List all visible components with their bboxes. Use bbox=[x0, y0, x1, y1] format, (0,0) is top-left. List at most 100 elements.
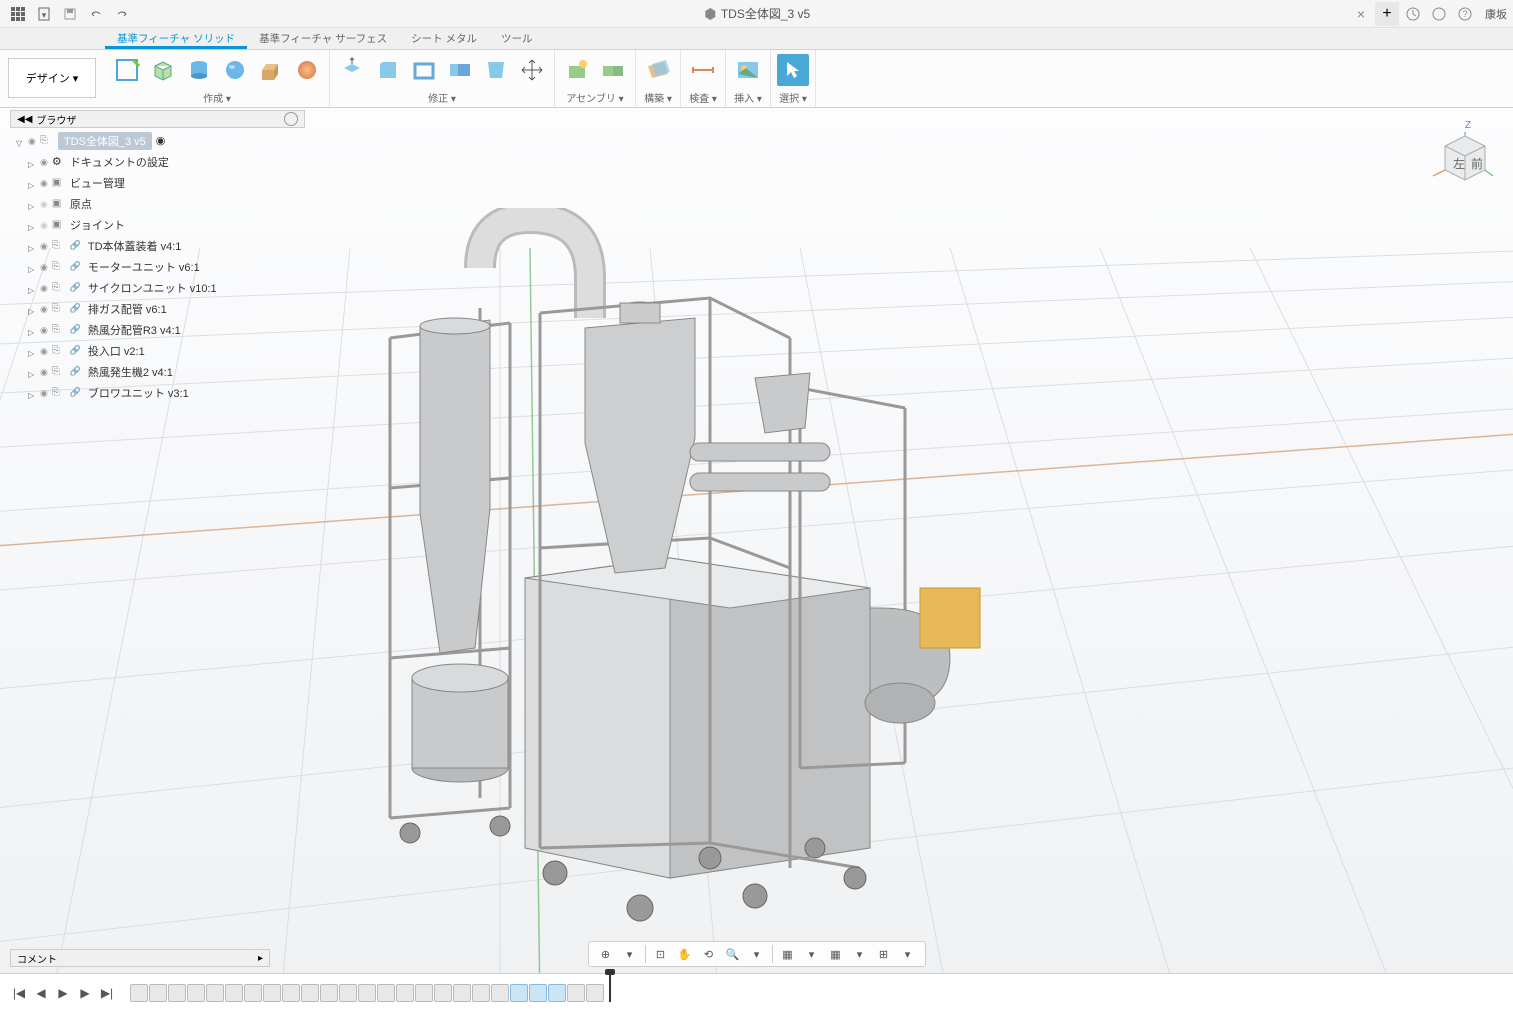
expand-icon[interactable] bbox=[28, 179, 36, 187]
sphere-icon[interactable] bbox=[219, 54, 251, 86]
expand-icon[interactable] bbox=[28, 158, 36, 166]
cylinder-icon[interactable] bbox=[183, 54, 215, 86]
activate-radio-icon[interactable]: ◉ bbox=[156, 134, 166, 147]
visibility-icon[interactable] bbox=[40, 282, 48, 294]
visibility-icon[interactable] bbox=[40, 240, 48, 252]
dropdown-icon[interactable]: ▾ bbox=[619, 945, 641, 963]
expand-icon[interactable] bbox=[28, 305, 36, 313]
ribbon-label-insert[interactable]: 挿入 ▾ bbox=[732, 90, 764, 107]
save-icon[interactable] bbox=[58, 2, 82, 26]
model-assembly[interactable] bbox=[360, 208, 1000, 928]
tree-item[interactable]: ブロワユニット v3:1 bbox=[10, 382, 305, 403]
select-icon[interactable] bbox=[777, 54, 809, 86]
sketch-icon[interactable] bbox=[111, 54, 143, 86]
timeline-feature[interactable] bbox=[510, 984, 528, 1002]
dropdown2-icon[interactable]: ▾ bbox=[746, 945, 768, 963]
user-name-label[interactable]: 康坂 bbox=[1485, 6, 1507, 22]
expand-icon[interactable] bbox=[28, 221, 36, 229]
visibility-icon[interactable] bbox=[40, 219, 48, 231]
close-tab-icon[interactable]: × bbox=[1349, 2, 1373, 26]
timeline-feature[interactable] bbox=[282, 984, 300, 1002]
tree-item[interactable]: TD本体蓋装着 v4:1 bbox=[10, 235, 305, 256]
timeline-feature[interactable] bbox=[168, 984, 186, 1002]
tree-item[interactable]: ジョイント bbox=[10, 214, 305, 235]
viewport-layout-icon[interactable]: ⊞ bbox=[873, 945, 895, 963]
look-icon[interactable]: ⊡ bbox=[650, 945, 672, 963]
expand-icon[interactable] bbox=[28, 368, 36, 376]
tree-item[interactable]: モーターユニット v6:1 bbox=[10, 256, 305, 277]
dropdown3-icon[interactable]: ▾ bbox=[801, 945, 823, 963]
tree-root[interactable]: TDS全体図_3 v5 ◉ bbox=[10, 130, 305, 151]
browser-panel-header[interactable]: ◀◀ ブラウザ bbox=[10, 110, 305, 128]
tab-tools[interactable]: ツール bbox=[489, 28, 545, 49]
timeline-start-icon[interactable]: |◀ bbox=[10, 984, 28, 1002]
plane-icon[interactable] bbox=[642, 54, 674, 86]
insert-icon[interactable] bbox=[732, 54, 764, 86]
pan-icon[interactable]: ✋ bbox=[674, 945, 696, 963]
design-workspace-button[interactable]: デザイン ▾ bbox=[8, 58, 96, 98]
expand-icon[interactable] bbox=[28, 347, 36, 355]
shell-icon[interactable] bbox=[408, 54, 440, 86]
view-cube[interactable]: Z 左 前 bbox=[1423, 118, 1493, 188]
help-icon[interactable]: ? bbox=[1453, 2, 1477, 26]
timeline-feature[interactable] bbox=[263, 984, 281, 1002]
timeline-next-icon[interactable]: ▶ bbox=[76, 984, 94, 1002]
tree-item[interactable]: ⚙ドキュメントの設定 bbox=[10, 151, 305, 172]
timeline-feature[interactable] bbox=[149, 984, 167, 1002]
move-icon[interactable] bbox=[516, 54, 548, 86]
tree-item[interactable]: 排ガス配管 v6:1 bbox=[10, 298, 305, 319]
expand-icon[interactable] bbox=[28, 200, 36, 208]
visibility-icon[interactable] bbox=[40, 387, 48, 399]
dropdown5-icon[interactable]: ▾ bbox=[897, 945, 919, 963]
redo-icon[interactable] bbox=[110, 2, 134, 26]
undo-icon[interactable] bbox=[84, 2, 108, 26]
timeline-feature[interactable] bbox=[548, 984, 566, 1002]
timeline-feature[interactable] bbox=[377, 984, 395, 1002]
tab-surface[interactable]: 基準フィーチャ サーフェス bbox=[247, 28, 399, 49]
timeline-prev-icon[interactable]: ◀ bbox=[32, 984, 50, 1002]
expand-icon[interactable] bbox=[28, 326, 36, 334]
visibility-icon[interactable] bbox=[40, 303, 48, 315]
combine-icon[interactable] bbox=[444, 54, 476, 86]
orbit-icon[interactable]: ⊕ bbox=[595, 945, 617, 963]
timeline-feature[interactable] bbox=[472, 984, 490, 1002]
timeline-feature[interactable] bbox=[320, 984, 338, 1002]
tree-item[interactable]: 原点 bbox=[10, 193, 305, 214]
timeline-end-icon[interactable]: ▶| bbox=[98, 984, 116, 1002]
tree-item[interactable]: 投入口 v2:1 bbox=[10, 340, 305, 361]
job-status-icon[interactable] bbox=[1427, 2, 1451, 26]
timeline-feature[interactable] bbox=[301, 984, 319, 1002]
timeline-feature[interactable] bbox=[567, 984, 585, 1002]
timeline-feature[interactable] bbox=[244, 984, 262, 1002]
expand-icon[interactable] bbox=[28, 389, 36, 397]
comments-panel[interactable]: コメント ▸ bbox=[10, 949, 270, 967]
extrude-icon[interactable] bbox=[255, 54, 287, 86]
visibility-icon[interactable] bbox=[40, 198, 48, 210]
visibility-icon[interactable] bbox=[40, 156, 48, 168]
tab-solid[interactable]: 基準フィーチャ ソリッド bbox=[105, 28, 247, 49]
timeline-feature[interactable] bbox=[130, 984, 148, 1002]
tree-item[interactable]: サイクロンユニット v10:1 bbox=[10, 277, 305, 298]
ribbon-label-construct[interactable]: 構築 ▾ bbox=[642, 90, 674, 107]
ribbon-label-modify[interactable]: 修正 ▾ bbox=[336, 90, 548, 107]
viewport-3d[interactable]: ◀◀ ブラウザ TDS全体図_3 v5 ◉ ⚙ドキュメントの設定ビュー管理原点ジ… bbox=[0, 108, 1513, 973]
expand-icon[interactable] bbox=[28, 242, 36, 250]
tree-item[interactable]: ビュー管理 bbox=[10, 172, 305, 193]
visibility-icon[interactable] bbox=[28, 135, 36, 147]
new-file-icon[interactable]: ▾ bbox=[32, 2, 56, 26]
revolve-icon[interactable] bbox=[291, 54, 323, 86]
visibility-icon[interactable] bbox=[40, 345, 48, 357]
visibility-icon[interactable] bbox=[40, 366, 48, 378]
collapse-icon[interactable]: ◀◀ bbox=[17, 114, 32, 125]
timeline-track[interactable] bbox=[130, 978, 1503, 1008]
timeline-playhead[interactable] bbox=[609, 972, 611, 1002]
app-menu-icon[interactable] bbox=[6, 2, 30, 26]
tree-item[interactable]: 熱風発生機2 v4:1 bbox=[10, 361, 305, 382]
timeline-feature[interactable] bbox=[529, 984, 547, 1002]
extensions-icon[interactable] bbox=[1401, 2, 1425, 26]
ribbon-label-select[interactable]: 選択 ▾ bbox=[777, 90, 809, 107]
measure-icon[interactable] bbox=[687, 54, 719, 86]
joint-icon[interactable] bbox=[597, 54, 629, 86]
fillet-icon[interactable] bbox=[372, 54, 404, 86]
visibility-icon[interactable] bbox=[40, 324, 48, 336]
